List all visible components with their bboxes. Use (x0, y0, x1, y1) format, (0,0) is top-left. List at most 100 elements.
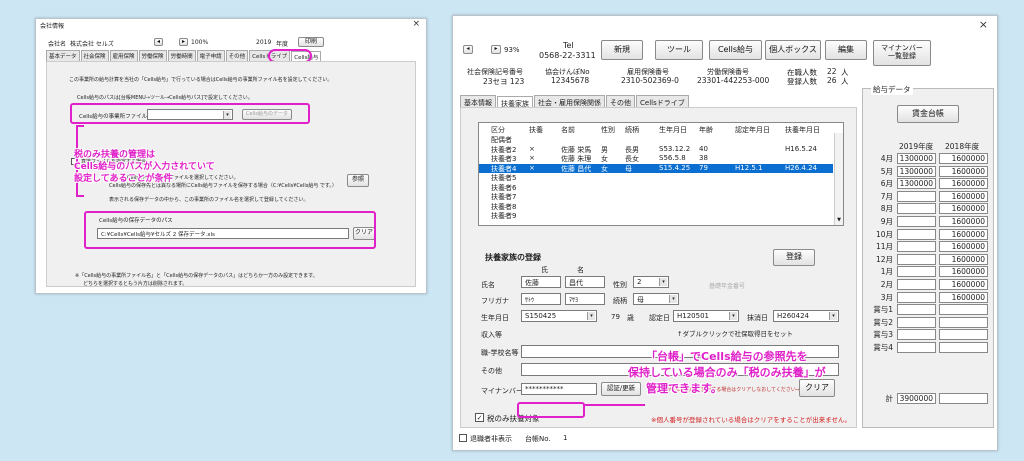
list-cell: 佐藤 朱理 (561, 155, 592, 163)
prev-button[interactable]: ◂ (463, 45, 473, 54)
furigana-first-field[interactable]: ﾏｻﾖ (565, 293, 605, 305)
payroll-last-year[interactable] (939, 316, 988, 328)
payroll-this-year[interactable]: 1300000 (897, 178, 936, 190)
list-item[interactable]: 扶養者8 (479, 202, 833, 211)
cells-payroll-button[interactable]: Cells給与 (709, 40, 762, 60)
tab-employment[interactable]: 雇用保険 (109, 50, 138, 61)
auth-update-button[interactable]: 認証/更新 (601, 382, 641, 396)
footer-checkbox[interactable] (459, 434, 467, 442)
payroll-last-year[interactable]: 1600000 (939, 203, 988, 215)
tab-other[interactable]: その他 (225, 50, 249, 61)
tab-labor[interactable]: 労働保険 (138, 50, 167, 61)
payroll-this-year[interactable]: 1300000 (897, 165, 936, 177)
last-name-field[interactable]: 佐藤 (521, 276, 561, 288)
chevron-down-icon[interactable]: ▾ (587, 312, 595, 320)
payroll-group: 給与データ 賃金台帳 2019年度 2018年度 4月 1300000 160000… (862, 84, 994, 428)
birth-field[interactable]: S150425 ▾ (521, 310, 597, 322)
payroll-last-year[interactable] (939, 329, 988, 341)
payroll-last-year[interactable]: 1600000 (939, 241, 988, 253)
list-item[interactable]: 扶養者7 (479, 192, 833, 201)
payroll-month: 賞与3 (873, 330, 893, 340)
payroll-last-year[interactable]: 1600000 (939, 190, 988, 202)
list-cell: 長女 (625, 155, 639, 163)
mynumber-line-2: 一覧登録 (888, 52, 916, 60)
furigana-last-field[interactable]: ｻﾄｳ (521, 293, 561, 305)
col-age: 年齢 (699, 126, 713, 134)
next-button[interactable]: ▸ (179, 38, 188, 46)
list-item[interactable]: 扶養者2 × 佐藤 栄馬男 長男 S53.12.2 40 H16.5.24 (479, 145, 833, 154)
mynumber-field[interactable]: *********** (521, 383, 597, 395)
payroll-this-year[interactable] (897, 329, 936, 341)
next-button[interactable]: ▸ (491, 45, 501, 54)
tab-social[interactable]: 社会保険 (80, 50, 109, 61)
payroll-this-year[interactable]: 1300000 (897, 153, 936, 164)
payroll-this-year[interactable] (897, 279, 936, 290)
list-item[interactable]: 扶養者6 (479, 183, 833, 192)
payroll-last-year[interactable]: 1600000 (939, 178, 988, 190)
right-callout-line-2: 保持している場合のみ「税のみ扶養」が (628, 366, 826, 379)
chevron-down-icon[interactable]: ▾ (729, 312, 737, 320)
close-icon[interactable]: × (979, 18, 988, 31)
wage-ledger-button[interactable]: 賃金台帳 (897, 105, 959, 123)
payroll-this-year[interactable] (897, 253, 936, 265)
scroll-down-icon[interactable]: ▼ (835, 217, 843, 225)
print-button[interactable]: 印刷 (298, 37, 324, 47)
payroll-this-year[interactable] (897, 316, 936, 328)
direct-line-3: 表示される保存データの中から、この事業所のファイル名を選択して登録してください。 (109, 197, 309, 203)
edit-button[interactable]: 編集 (825, 40, 867, 60)
payroll-this-year[interactable] (897, 241, 936, 253)
payroll-last-year[interactable]: 1600000 (939, 279, 988, 290)
tab-e-apply[interactable]: 電子申請 (196, 50, 225, 61)
chevron-down-icon[interactable]: ▾ (829, 312, 837, 320)
payroll-last-year[interactable]: 1600000 (939, 153, 988, 164)
payroll-this-year[interactable] (897, 228, 936, 240)
tab-basic[interactable]: 基本データ (46, 50, 80, 61)
massho-field[interactable]: H260424 ▾ (773, 310, 839, 322)
payroll-last-year[interactable] (939, 304, 988, 316)
sex-select[interactable]: 2 ▾ (633, 276, 669, 288)
rel-select[interactable]: 母 ▾ (633, 293, 679, 305)
list-scrollbar[interactable]: ▼ (834, 133, 843, 225)
list-cell: 40 (699, 144, 708, 153)
payroll-last-year[interactable]: 1600000 (939, 216, 988, 227)
payroll-group-title: 給与データ (871, 84, 913, 95)
prev-button[interactable]: ◂ (154, 38, 163, 46)
list-item[interactable]: 扶養者4 × 佐藤 昌代女 母 S15.4.25 79 H12.5.1 H26.4.24 (479, 163, 833, 173)
payroll-this-year[interactable] (897, 342, 936, 353)
payroll-this-year[interactable] (897, 216, 936, 227)
payroll-this-year[interactable] (897, 190, 936, 202)
payroll-last-year[interactable]: 1600000 (939, 291, 988, 303)
browse-button[interactable]: 参照 (347, 174, 369, 187)
new-button[interactable]: 新規 (601, 40, 643, 60)
list-cell: 扶養者8 (491, 202, 517, 211)
payroll-this-year[interactable] (897, 291, 936, 303)
payroll-this-year[interactable] (897, 304, 936, 316)
nintei-field[interactable]: H120501 ▾ (673, 310, 739, 322)
personal-box-button[interactable]: 個人ボックス (765, 40, 821, 60)
total-label: 計 (885, 394, 894, 403)
clear-button[interactable]: クリア (799, 379, 835, 397)
tab-hours[interactable]: 労働時間 (167, 50, 196, 61)
list-item[interactable]: 扶養者3 × 佐藤 朱理 女 長女 S56.5.8 38 (479, 154, 833, 163)
payroll-last-year[interactable]: 1600000 (939, 253, 988, 265)
register-button[interactable]: 登録 (773, 249, 815, 266)
payroll-last-year[interactable]: 1600000 (939, 266, 988, 278)
tax-only-checkbox[interactable]: ✓ (475, 413, 484, 422)
mynumber-bulk-button[interactable]: マイナンバー 一覧登録 (873, 40, 931, 66)
touroku-label: 登録人数 (787, 77, 817, 86)
list-item[interactable]: 配偶者 (479, 135, 833, 144)
payroll-last-year[interactable] (939, 342, 988, 353)
first-name-field[interactable]: 昌代 (565, 276, 605, 288)
payroll-last-year[interactable]: 1600000 (939, 165, 988, 177)
list-item[interactable]: 扶養者9 (479, 211, 833, 220)
list-item[interactable]: 扶養者5 (479, 173, 833, 182)
chevron-down-icon[interactable]: ▾ (669, 295, 677, 303)
age-value: 79 (611, 313, 620, 321)
tool-button[interactable]: ツール (655, 40, 703, 60)
payroll-this-year[interactable] (897, 203, 936, 215)
chevron-down-icon[interactable]: ▾ (659, 278, 667, 286)
payroll-last-year[interactable]: 1600000 (939, 228, 988, 240)
list-cell: H16.5.24 (785, 144, 817, 153)
close-icon[interactable]: × (412, 19, 420, 29)
payroll-this-year[interactable] (897, 266, 936, 278)
